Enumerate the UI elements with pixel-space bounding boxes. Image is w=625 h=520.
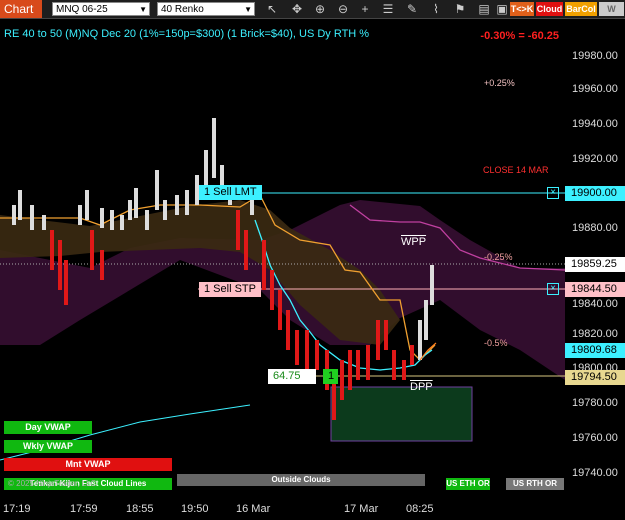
time-label: 18:55 bbox=[126, 503, 154, 515]
price-label: 19840.00 bbox=[572, 298, 618, 310]
time-label: 17:59 bbox=[70, 503, 98, 515]
crosshair-icon[interactable]: ✥ bbox=[289, 1, 305, 17]
position-avg-price[interactable]: 64.75 bbox=[268, 369, 316, 384]
strategies-icon[interactable]: ⚑ bbox=[452, 1, 468, 17]
price-label: 19940.00 bbox=[572, 118, 618, 130]
chart-menu-button[interactable]: Chart bbox=[0, 0, 42, 18]
sell-stop-price-tag: 19844.50 bbox=[565, 282, 625, 297]
properties-icon[interactable]: ☰ bbox=[380, 1, 396, 17]
chart-toolbar: Chart MNQ 06-25 ▼ 40 Renko ▼ ↖ ✥ ⊕ ⊖ + ☰… bbox=[0, 0, 625, 28]
time-label: 16 Mar bbox=[236, 503, 271, 515]
close-label: CLOSE 14 MAR bbox=[483, 165, 549, 175]
wpp-label: WPP bbox=[401, 236, 427, 248]
daily-change: -0.30% = -60.25 bbox=[480, 30, 559, 42]
time-label: 19:50 bbox=[181, 503, 209, 515]
vwap-toggle-button[interactable]: W VWV bbox=[599, 2, 624, 28]
dpp-zone-box bbox=[330, 386, 473, 442]
bar-type-selector[interactable]: 40 Renko ▼ bbox=[157, 2, 255, 16]
minus-025-label: -0.25% bbox=[484, 252, 513, 262]
sell-stop-order[interactable]: 1 Sell STP bbox=[199, 282, 261, 297]
chart-trader-icon[interactable]: ▤ bbox=[476, 1, 492, 17]
time-label: 17 Mar bbox=[344, 503, 379, 515]
chart-title: RE 40 to 50 (M)NQ Dec 20 (1%=150p=$300) … bbox=[4, 28, 370, 40]
indicators-icon[interactable]: ⌇ bbox=[428, 1, 444, 17]
day-vwap-button[interactable]: Day VWAP bbox=[4, 421, 92, 434]
us-eth-or-button[interactable]: US ETH OR bbox=[446, 478, 490, 490]
chevron-down-icon: ▼ bbox=[139, 5, 147, 14]
tenkan-price-tag: 19809.68 bbox=[565, 343, 625, 358]
minus-05-label: -0.5% bbox=[484, 338, 508, 348]
zoom-out-icon[interactable]: ⊖ bbox=[335, 1, 351, 17]
bar-type-value: 40 Renko bbox=[161, 4, 204, 15]
price-label: 19780.00 bbox=[572, 397, 618, 409]
time-label: 08:25 bbox=[406, 503, 434, 515]
cloud-toggle-button[interactable]: Cloud bbox=[536, 2, 563, 16]
sell-limit-price-tag: 19900.00 bbox=[565, 186, 625, 201]
chevron-down-icon: ▼ bbox=[244, 5, 252, 14]
price-label: 19880.00 bbox=[572, 222, 618, 234]
time-label: 17:19 bbox=[3, 503, 31, 515]
plus-025-label: +0.25% bbox=[484, 78, 515, 88]
price-label: 19920.00 bbox=[572, 153, 618, 165]
position-price-tag: 19794.50 bbox=[565, 370, 625, 385]
price-label: 19740.00 bbox=[572, 467, 618, 479]
cursor-icon[interactable]: ↖ bbox=[264, 1, 280, 17]
price-label: 19760.00 bbox=[572, 432, 618, 444]
position-quantity[interactable]: 1 bbox=[323, 369, 338, 384]
close-order-stp-icon[interactable]: × bbox=[547, 283, 559, 295]
sell-limit-order[interactable]: 1 Sell LMT bbox=[199, 185, 262, 200]
weekly-vwap-button[interactable]: Wkly VWAP bbox=[4, 440, 92, 453]
workspace-icon[interactable]: ▣ bbox=[494, 1, 510, 17]
price-label: 19980.00 bbox=[572, 50, 618, 62]
close-order-lmt-icon[interactable]: × bbox=[547, 187, 559, 199]
instrument-value: MNQ 06-25 bbox=[56, 4, 108, 15]
tk-toggle-button[interactable]: T<>K bbox=[510, 2, 534, 16]
price-label: 19820.00 bbox=[572, 328, 618, 340]
outside-clouds-button[interactable]: Outside Clouds bbox=[177, 474, 425, 486]
us-rth-or-button[interactable]: US RTH OR bbox=[506, 478, 564, 490]
price-label: 19960.00 bbox=[572, 83, 618, 95]
draw-icon[interactable]: ✎ bbox=[404, 1, 420, 17]
add-icon[interactable]: + bbox=[357, 1, 373, 17]
zoom-in-icon[interactable]: ⊕ bbox=[312, 1, 328, 17]
barcol-toggle-button[interactable]: BarCol bbox=[565, 2, 597, 16]
instrument-selector[interactable]: MNQ 06-25 ▼ bbox=[52, 2, 150, 16]
dpp-label: DPP bbox=[410, 381, 433, 393]
monthly-vwap-button[interactable]: Mnt VWAP bbox=[4, 458, 172, 471]
copyright-text: © 2025 NinjaTrader, LLC bbox=[8, 479, 97, 488]
last-price-tag: 19859.25 bbox=[565, 257, 625, 272]
